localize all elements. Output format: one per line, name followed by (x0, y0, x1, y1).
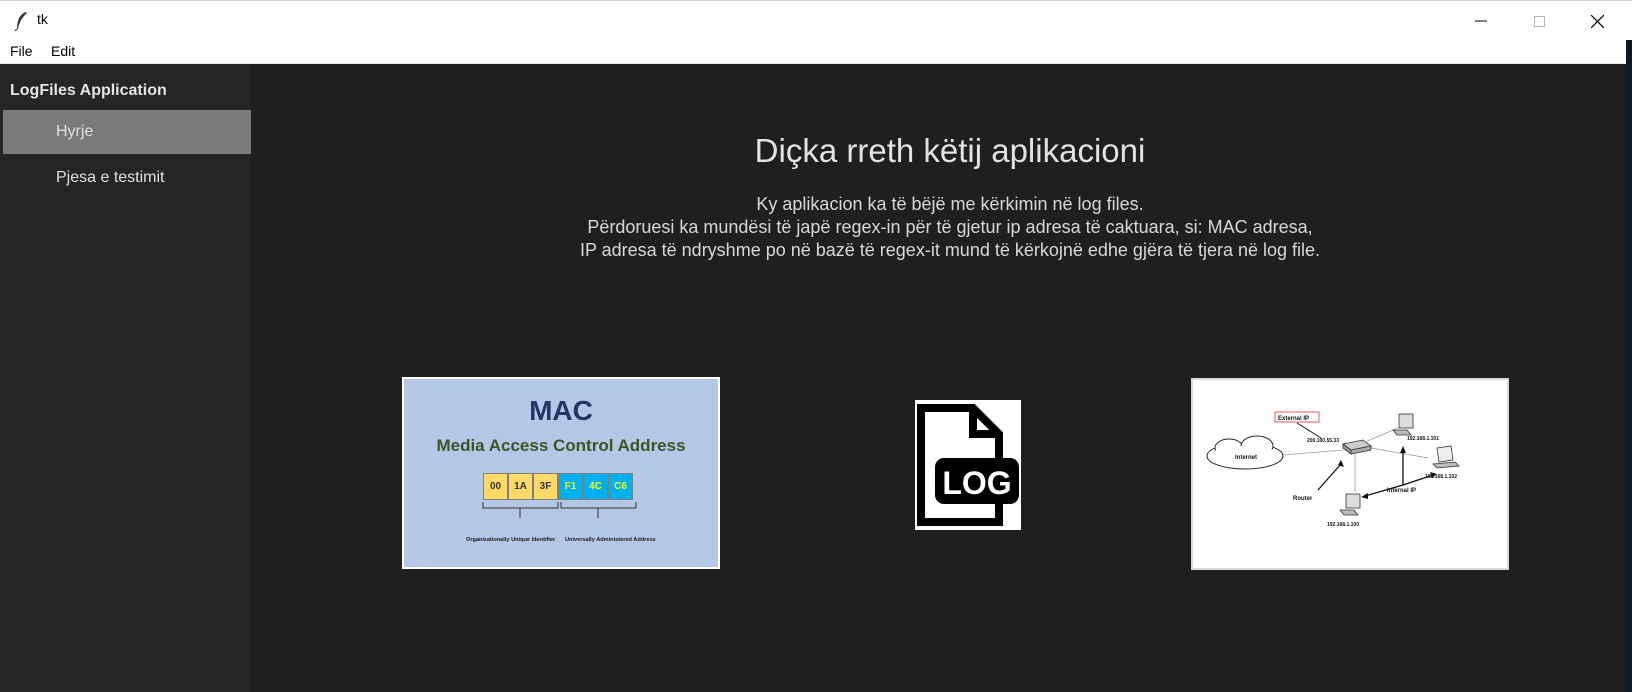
host-ip: 192.168.1.100 (1327, 522, 1359, 528)
router-label: Router (1293, 496, 1313, 502)
close-icon (1590, 14, 1604, 28)
minimize-button[interactable] (1452, 1, 1510, 41)
menu-file[interactable]: File (10, 43, 33, 59)
external-ip-label: External IP (1278, 416, 1309, 422)
close-button[interactable] (1568, 1, 1626, 41)
main-content: Diçka rreth këtij aplikacioni Ky aplikac… (250, 64, 1626, 692)
maximize-button[interactable] (1510, 1, 1568, 41)
sidebar-item-hyrje[interactable]: Hyrje (3, 110, 251, 154)
network-diagram-image: Internet External IP 200.100.55.33 Route… (1191, 378, 1509, 570)
cloud-icon (1206, 435, 1284, 470)
host-ip: 192.168.1.102 (1425, 474, 1457, 480)
laptop-icon (1432, 445, 1460, 469)
sidebar-item-pjesa-e-testimit[interactable]: Pjesa e testimit (3, 156, 251, 200)
window-title: tk (37, 11, 48, 27)
mac-octet: C6 (608, 473, 633, 500)
computer-icon (1339, 493, 1361, 516)
internal-ip-label: Internal IP (1387, 488, 1416, 494)
log-file-image: LOG (915, 400, 1021, 530)
network-diagram: Internet External IP 200.100.55.33 Route… (1206, 411, 1460, 528)
mac-brace (482, 502, 637, 518)
description-line-1: Ky aplikacion ka të bëjë me kërkimin në … (756, 194, 1144, 214)
router-icon (1342, 439, 1372, 455)
computer-icon (1392, 413, 1414, 436)
internet-label: Internet (1235, 455, 1257, 461)
menu-edit[interactable]: Edit (51, 43, 75, 59)
log-file-icon: LOG (917, 404, 1019, 526)
menu-bar: File Edit (0, 40, 1632, 64)
description-line-3: IP adresa të ndryshme po në bazë të rege… (579, 240, 1321, 260)
description-line-2: Përdoruesi ka mundësi të japë regex-in p… (587, 217, 1313, 237)
mac-image-subtitle: Media Access Control Address (436, 436, 686, 455)
log-text: LOG (942, 465, 1011, 501)
mac-label-uaa: Universally Administered Address (565, 537, 656, 543)
mac-octet: 3F (533, 473, 558, 500)
mac-octet: 4C (583, 473, 608, 500)
title-bar: tk (0, 0, 1632, 40)
mac-label-oui: Organizationally Unique Identifier (466, 537, 556, 543)
mac-octet: 1A (508, 473, 533, 500)
mac-address-image: MAC Media Access Control Address 00 1A 3… (402, 377, 720, 569)
sidebar: LogFiles Application Hyrje Pjesa e testi… (0, 64, 251, 692)
description: Ky aplikacion ka të bëjë me kërkimin në … (250, 193, 1632, 262)
mac-image-title: MAC (529, 395, 593, 426)
host-ip: 192.168.1.101 (1407, 436, 1439, 442)
feather-icon (14, 12, 27, 31)
sidebar-title: LogFiles Application (10, 82, 167, 99)
mac-octet: F1 (558, 473, 583, 500)
minimize-icon (1475, 20, 1487, 22)
maximize-icon (1533, 15, 1545, 27)
external-ip-value: 200.100.55.33 (1307, 438, 1339, 444)
page-title: Diçka rreth këtij aplikacioni (754, 132, 1146, 169)
mac-octet: 00 (483, 473, 508, 500)
mac-octets: 00 1A 3F F1 4C C6 (483, 473, 633, 500)
